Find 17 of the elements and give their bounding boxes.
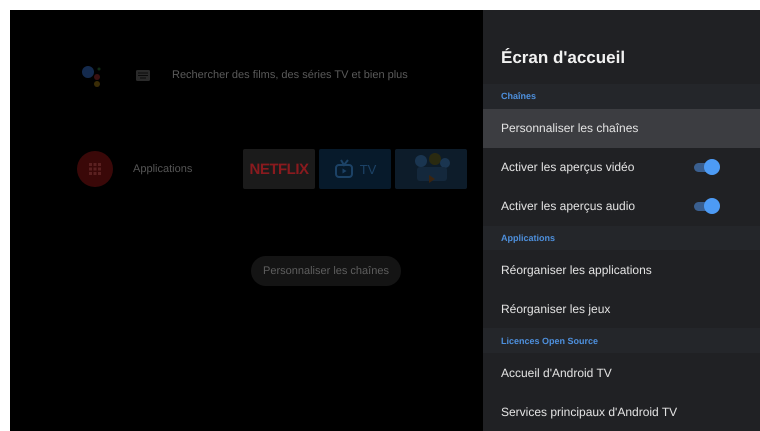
section-header: Licences Open Source bbox=[483, 328, 760, 354]
toggle-row[interactable]: Activer les aperçus audio bbox=[483, 186, 760, 226]
search-field[interactable]: Rechercher des films, des séries TV et bien plus bbox=[172, 69, 452, 81]
menu-item[interactable]: Accueil d'Android TV bbox=[483, 353, 760, 392]
menu-item[interactable]: Réorganiser les jeux bbox=[483, 289, 760, 328]
toggle-row[interactable]: Activer les aperçus vidéo bbox=[483, 148, 760, 187]
app-tile[interactable] bbox=[395, 149, 467, 189]
tv-icon bbox=[334, 159, 354, 179]
panel-title: Écran d'accueil bbox=[500, 47, 626, 69]
section-header: Chaînes bbox=[483, 84, 760, 109]
apps-grid-icon[interactable] bbox=[77, 151, 113, 187]
section-header: Applications bbox=[483, 226, 760, 250]
keyboard-icon[interactable] bbox=[136, 70, 150, 80]
apps-label: Applications bbox=[133, 163, 194, 175]
menu-item[interactable]: Réorganiser les applications bbox=[483, 250, 760, 290]
menu-item[interactable]: Services principaux d'Android TV bbox=[483, 392, 760, 431]
menu-item[interactable]: Personnaliser les chaînes bbox=[483, 108, 760, 148]
